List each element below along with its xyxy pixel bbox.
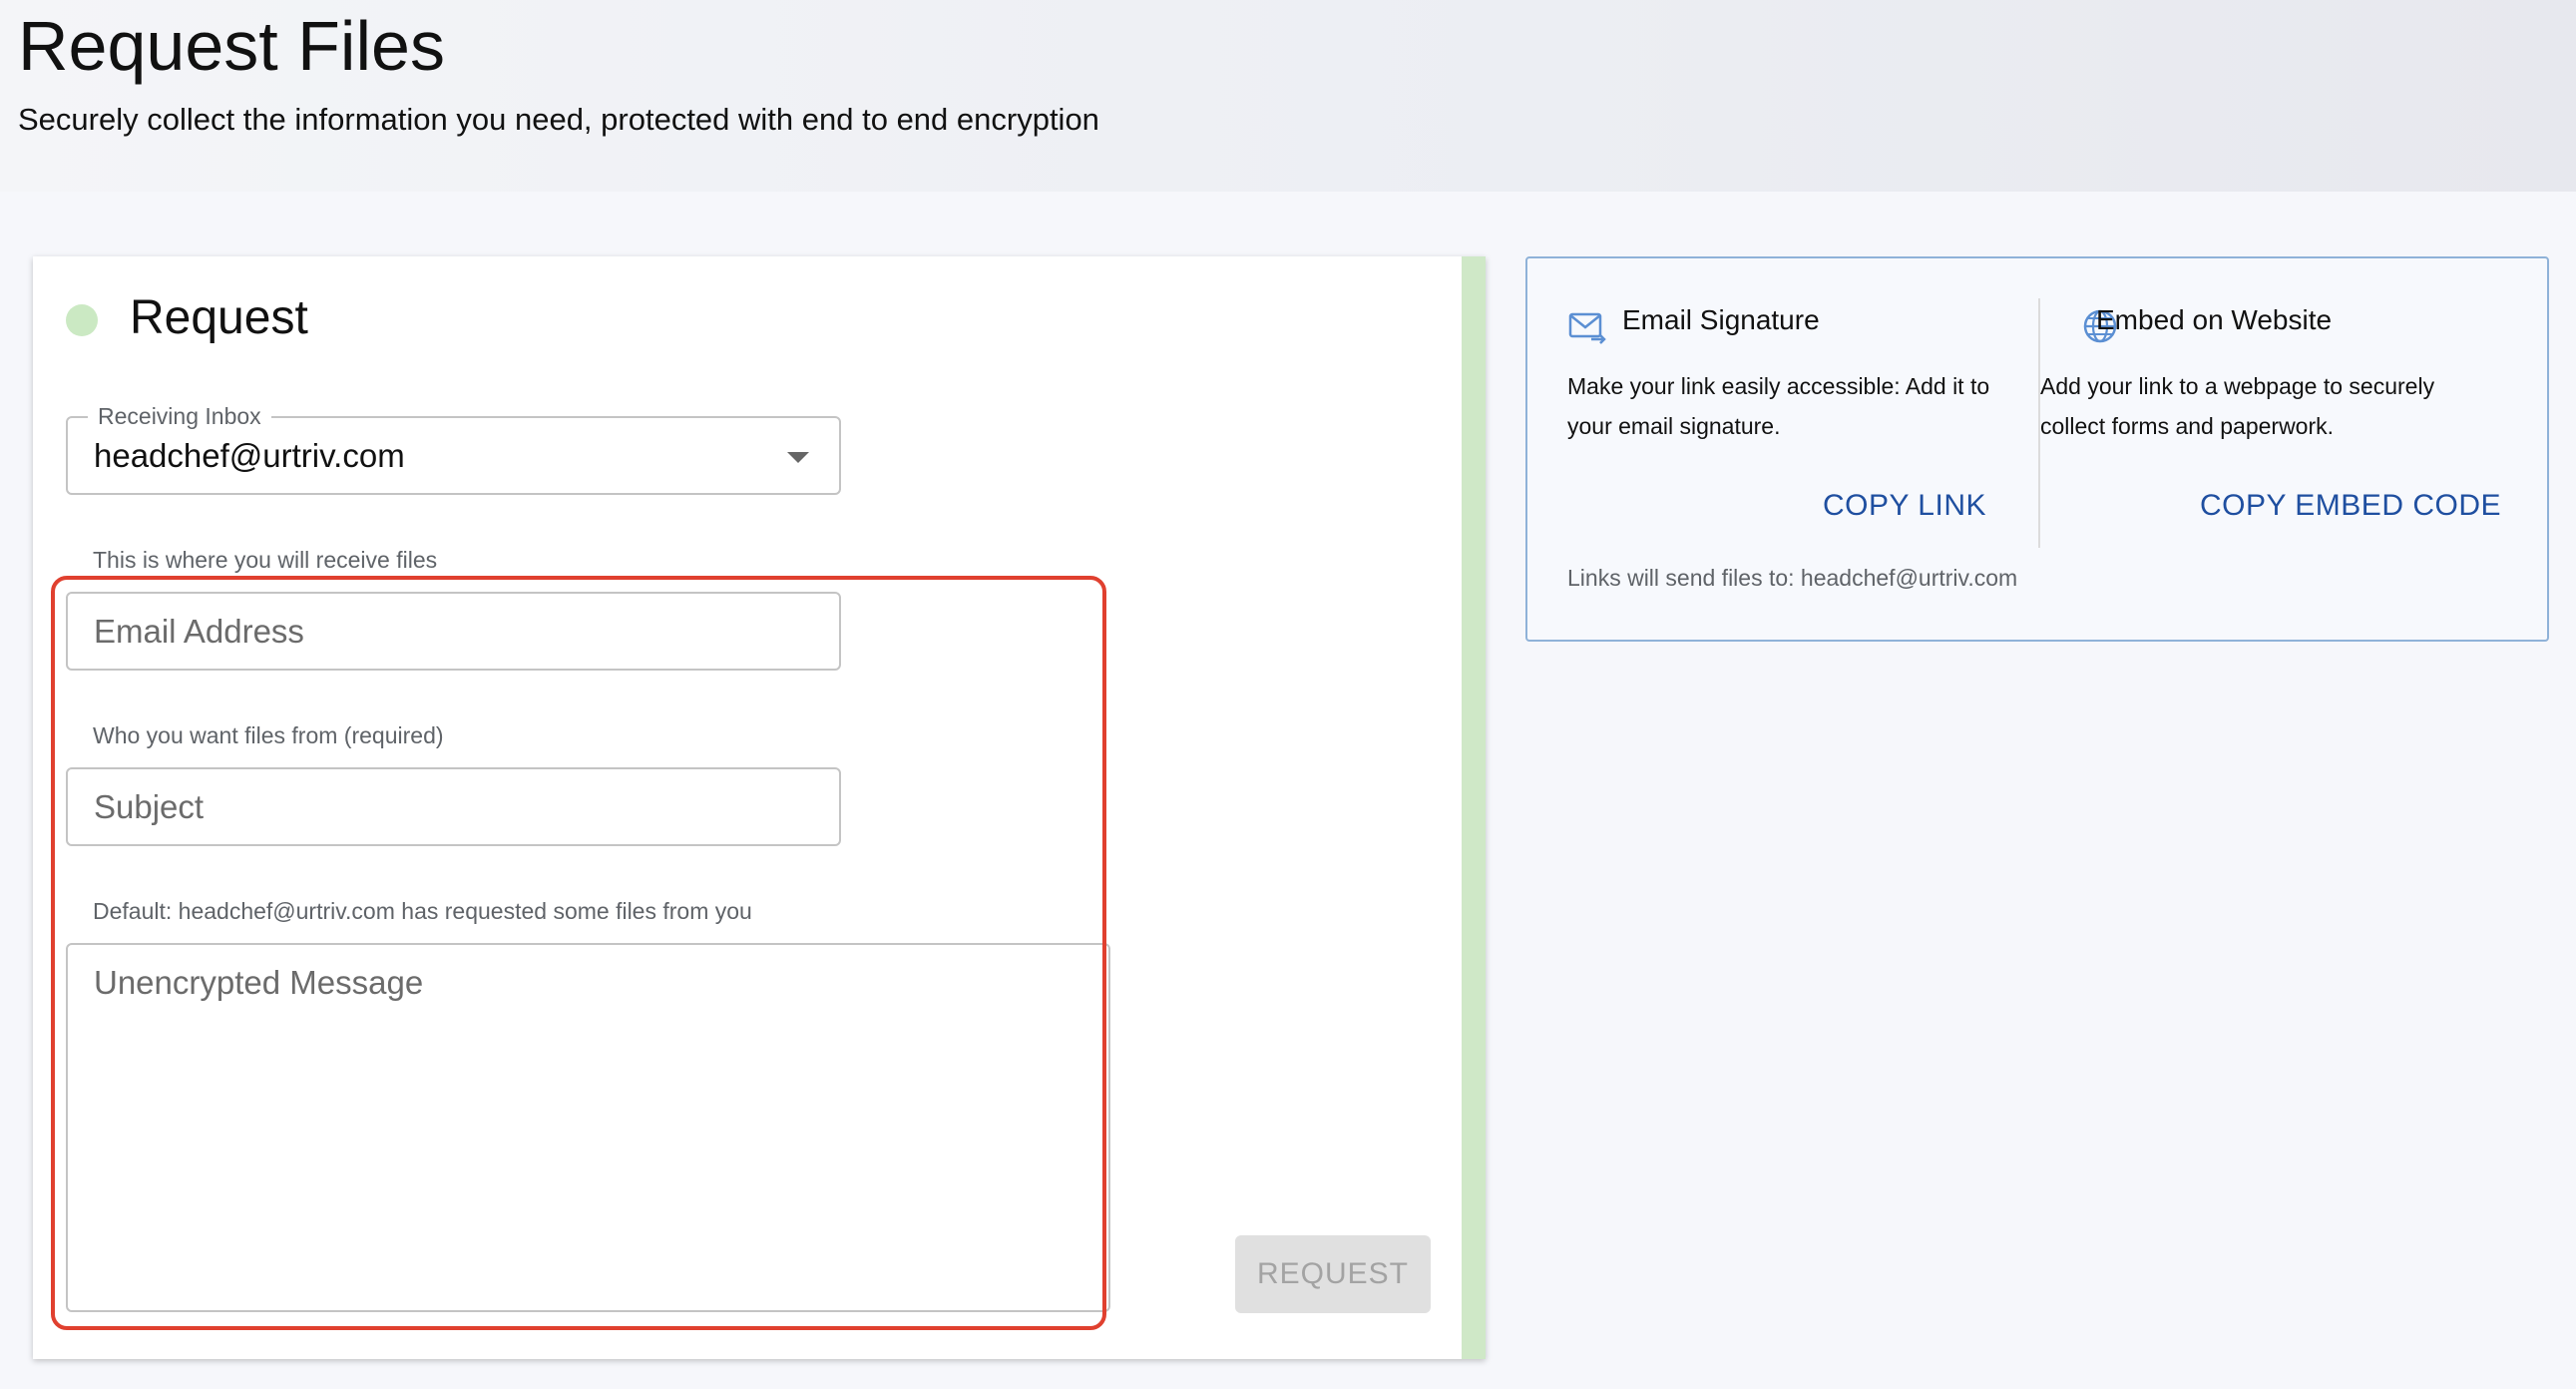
status-dot [66,304,98,336]
subject-placeholder: Subject [94,788,205,825]
email-address-input[interactable]: Email Address [66,592,841,671]
request-button[interactable]: REQUEST [1235,1235,1431,1313]
mail-forward-icon [1567,306,1607,346]
email-signature-description: Make your link easily accessible: Add it… [1567,373,1990,439]
receiving-inbox-label: Receiving Inbox [88,402,271,430]
page-subtitle: Securely collect the information you nee… [18,102,1099,137]
email-address-placeholder: Email Address [94,613,304,650]
email-signature-heading: Email Signature [1622,304,1820,335]
message-textarea[interactable]: Unencrypted Message [66,943,1110,1312]
request-card: Request Receiving Inbox headchef@urtriv.… [33,256,1486,1359]
receiving-inbox-value: headchef@urtriv.com [94,437,405,474]
message-placeholder: Unencrypted Message [94,964,424,1001]
share-card: Email Signature Make your link easily ac… [1525,256,2549,642]
embed-website-heading: Embed on Website [2096,304,2333,335]
email-address-helper: Who you want files from (required) [93,722,444,748]
request-card-title: Request [130,291,308,344]
page-header: Request Files Securely collect the infor… [0,0,2576,192]
embed-website-description: Add your link to a webpage to securely c… [2040,373,2435,439]
receiving-inbox-select[interactable]: Receiving Inbox headchef@urtriv.com [66,402,841,495]
copy-embed-code-button[interactable]: COPY EMBED CODE [2200,488,2501,524]
share-footer: Links will send files to: headchef@urtri… [1567,565,2018,591]
embed-website-section: Embed on Website Add your link to a webp… [2040,258,2551,640]
subject-helper: Default: headchef@urtriv.com has request… [93,898,752,924]
subject-input[interactable]: Subject [66,767,841,846]
copy-link-button[interactable]: COPY LINK [1823,488,1986,524]
receiving-inbox-helper: This is where you will receive files [93,547,438,573]
page-title: Request Files [18,7,445,85]
card-accent-bar [1462,256,1486,1359]
dropdown-caret-icon[interactable] [787,452,809,463]
